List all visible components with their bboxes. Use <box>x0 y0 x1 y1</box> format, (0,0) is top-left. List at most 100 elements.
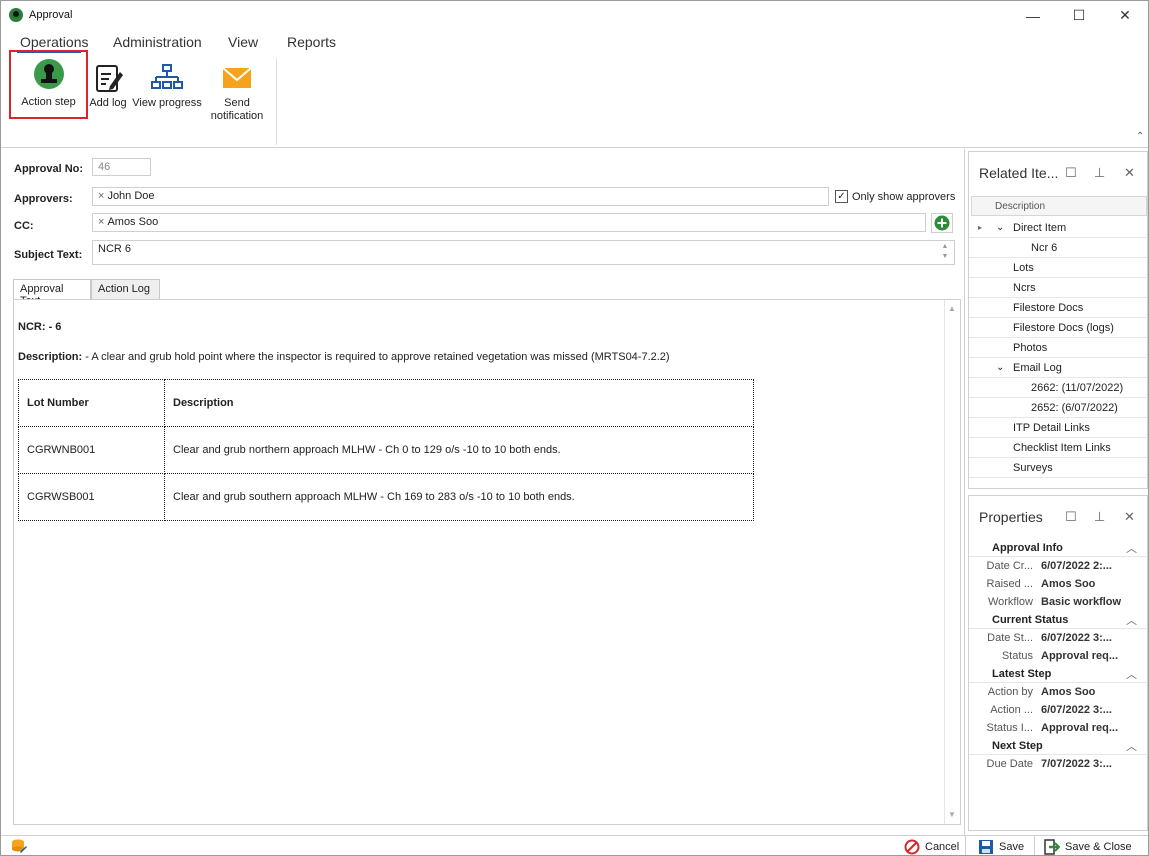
only-show-approvers-checkbox[interactable]: ✓ <box>835 190 848 203</box>
tree-row-filestore-docs[interactable]: Filestore Docs <box>969 298 1147 318</box>
group-label: Next Step <box>992 739 1043 752</box>
cancel-label: Cancel <box>925 840 960 853</box>
collapse-icon[interactable]: ︿ <box>1126 738 1137 754</box>
tree-row-surveys[interactable]: Surveys <box>969 458 1147 478</box>
subject-label: Subject Text: <box>14 249 83 261</box>
approval-no-label: Approval No: <box>14 163 84 175</box>
tab-reports[interactable]: Reports <box>287 34 336 50</box>
tree-row-itp-detail-links[interactable]: ITP Detail Links <box>969 418 1147 438</box>
tab-action-log[interactable]: Action Log <box>91 279 160 300</box>
ncr-label: NCR: <box>18 321 46 333</box>
view-progress-button[interactable]: View progress <box>131 54 203 110</box>
remove-token-icon[interactable]: × <box>98 190 104 202</box>
property-row[interactable]: Date St... 6/07/2022 3:... <box>969 629 1147 647</box>
approval-no-field[interactable]: 46 <box>92 158 151 176</box>
property-key: Workflow <box>987 596 1033 608</box>
cell-description: Clear and grub northern approach MLHW - … <box>164 426 754 474</box>
row-indicator-icon: ▸ <box>978 223 983 232</box>
window-title: Approval <box>29 9 73 21</box>
tree-row-lots[interactable]: Lots <box>969 258 1147 278</box>
tree-row-ncr-6[interactable]: Ncr 6 <box>969 238 1147 258</box>
table-row: CGRWSB001 Clear and grub southern approa… <box>18 473 754 521</box>
approval-text-editor[interactable]: NCR: - 6 Description: - A clear and grub… <box>13 299 961 825</box>
action-step-label: Action step <box>21 96 76 108</box>
save-button[interactable]: Save <box>978 838 1024 855</box>
group-next-step[interactable]: Next Step ︿ <box>969 737 1147 755</box>
title-bar: Approval — ☐ ✕ <box>1 1 1148 30</box>
tab-approval-text[interactable]: Approval Text <box>13 279 91 307</box>
send-notification-button[interactable]: Send notification <box>206 54 268 123</box>
subject-field[interactable]: NCR 6 <box>92 240 955 265</box>
property-row[interactable]: Action by Amos Soo <box>969 683 1147 701</box>
save-and-close-button[interactable]: Save & Close <box>1044 838 1132 855</box>
description-column-label: Description <box>995 201 1046 212</box>
property-value: 6/07/2022 3:... <box>1041 704 1112 716</box>
property-row[interactable]: Due Date 7/07/2022 3:... <box>969 755 1147 773</box>
tab-administration[interactable]: Administration <box>113 34 202 50</box>
tree-row-filestore-docs-logs[interactable]: Filestore Docs (logs) <box>969 318 1147 338</box>
property-row[interactable]: Date Cr... 6/07/2022 2:... <box>969 557 1147 575</box>
collapse-icon[interactable]: ︿ <box>1126 540 1137 556</box>
collapse-icon[interactable]: ︿ <box>1126 666 1137 682</box>
group-approval-info[interactable]: Approval Info ︿ <box>969 539 1147 557</box>
property-row[interactable]: Workflow Basic workflow <box>969 593 1147 611</box>
properties-title: Properties <box>979 509 1043 525</box>
approvers-field[interactable]: × John Doe <box>92 187 829 206</box>
property-row[interactable]: Status I... Approval req... <box>969 719 1147 737</box>
property-key: Status <box>1001 650 1033 662</box>
database-edit-icon <box>12 839 27 853</box>
property-row[interactable]: Raised ... Amos Soo <box>969 575 1147 593</box>
property-row[interactable]: Action ... 6/07/2022 3:... <box>969 701 1147 719</box>
remove-token-icon[interactable]: × <box>98 216 104 228</box>
header-description: Description <box>164 379 754 427</box>
related-column-header[interactable]: Description <box>971 196 1147 216</box>
restore-icon[interactable]: ☐ <box>1065 165 1077 181</box>
group-current-status[interactable]: Current Status ︿ <box>969 611 1147 629</box>
add-cc-button[interactable] <box>931 213 953 233</box>
property-grid: Approval Info ︿ Date Cr... 6/07/2022 2:.… <box>969 539 1147 779</box>
cell-description: Clear and grub southern approach MLHW - … <box>164 473 754 521</box>
close-icon[interactable]: ✕ <box>1102 1 1148 30</box>
tab-operations[interactable]: Operations <box>20 34 88 50</box>
collapse-icon[interactable]: ︿ <box>1126 612 1137 628</box>
tree-row-email-2662[interactable]: 2662: (11/07/2022) <box>969 378 1147 398</box>
property-key: Raised ... <box>986 578 1033 590</box>
add-log-label: Add log <box>89 97 127 109</box>
chevron-down-icon[interactable]: ⌄ <box>996 222 1004 233</box>
tree-row-ncrs[interactable]: Ncrs <box>969 278 1147 298</box>
tree-row-email-log[interactable]: ⌄ Email Log <box>969 358 1147 378</box>
subject-scroll-arrows[interactable]: ▲ ▼ <box>938 242 952 263</box>
tree-row-checklist-item-links[interactable]: Checklist Item Links <box>969 438 1147 458</box>
property-key: Date Cr... <box>986 560 1033 572</box>
action-step-button[interactable]: Action step <box>9 50 88 119</box>
tree-row-email-2652[interactable]: 2652: (6/07/2022) <box>969 398 1147 418</box>
close-panel-icon[interactable]: ✕ <box>1124 509 1135 525</box>
content-scrollbar[interactable]: ▲ ▼ <box>944 300 960 824</box>
pin-icon[interactable]: ⊥ <box>1094 165 1105 181</box>
group-label: Approval Info <box>992 541 1063 554</box>
maximize-icon[interactable]: ☐ <box>1056 1 1102 30</box>
collapse-ribbon-icon[interactable]: ⌃ <box>1136 131 1144 142</box>
cc-field[interactable]: × Amos Soo <box>92 213 926 232</box>
scroll-down-icon[interactable]: ▼ <box>948 810 956 819</box>
group-label: Latest Step <box>992 667 1052 680</box>
pin-icon[interactable]: ⊥ <box>1094 509 1105 525</box>
save-and-close-label: Save & Close <box>1065 840 1132 853</box>
property-row[interactable]: Status Approval req... <box>969 647 1147 665</box>
cell-lot-number: CGRWNB001 <box>18 426 165 474</box>
chevron-down-icon[interactable]: ⌄ <box>996 362 1004 373</box>
splitter[interactable] <box>964 149 965 835</box>
tree-label: Lots <box>1013 261 1034 274</box>
close-panel-icon[interactable]: ✕ <box>1124 165 1135 181</box>
minimize-icon[interactable]: — <box>1010 1 1056 30</box>
add-log-button[interactable]: Add log <box>88 54 128 110</box>
description-line: Description: - A clear and grub hold poi… <box>18 351 670 363</box>
cancel-button[interactable]: Cancel <box>904 838 959 855</box>
tab-view[interactable]: View <box>228 34 258 50</box>
group-latest-step[interactable]: Latest Step ︿ <box>969 665 1147 683</box>
restore-icon[interactable]: ☐ <box>1065 509 1077 525</box>
tree-row-photos[interactable]: Photos <box>969 338 1147 358</box>
approver-token: John Doe <box>107 190 155 202</box>
scroll-up-icon[interactable]: ▲ <box>948 304 956 313</box>
tree-row-direct-item[interactable]: ▸ ⌄ Direct Item <box>969 218 1147 238</box>
